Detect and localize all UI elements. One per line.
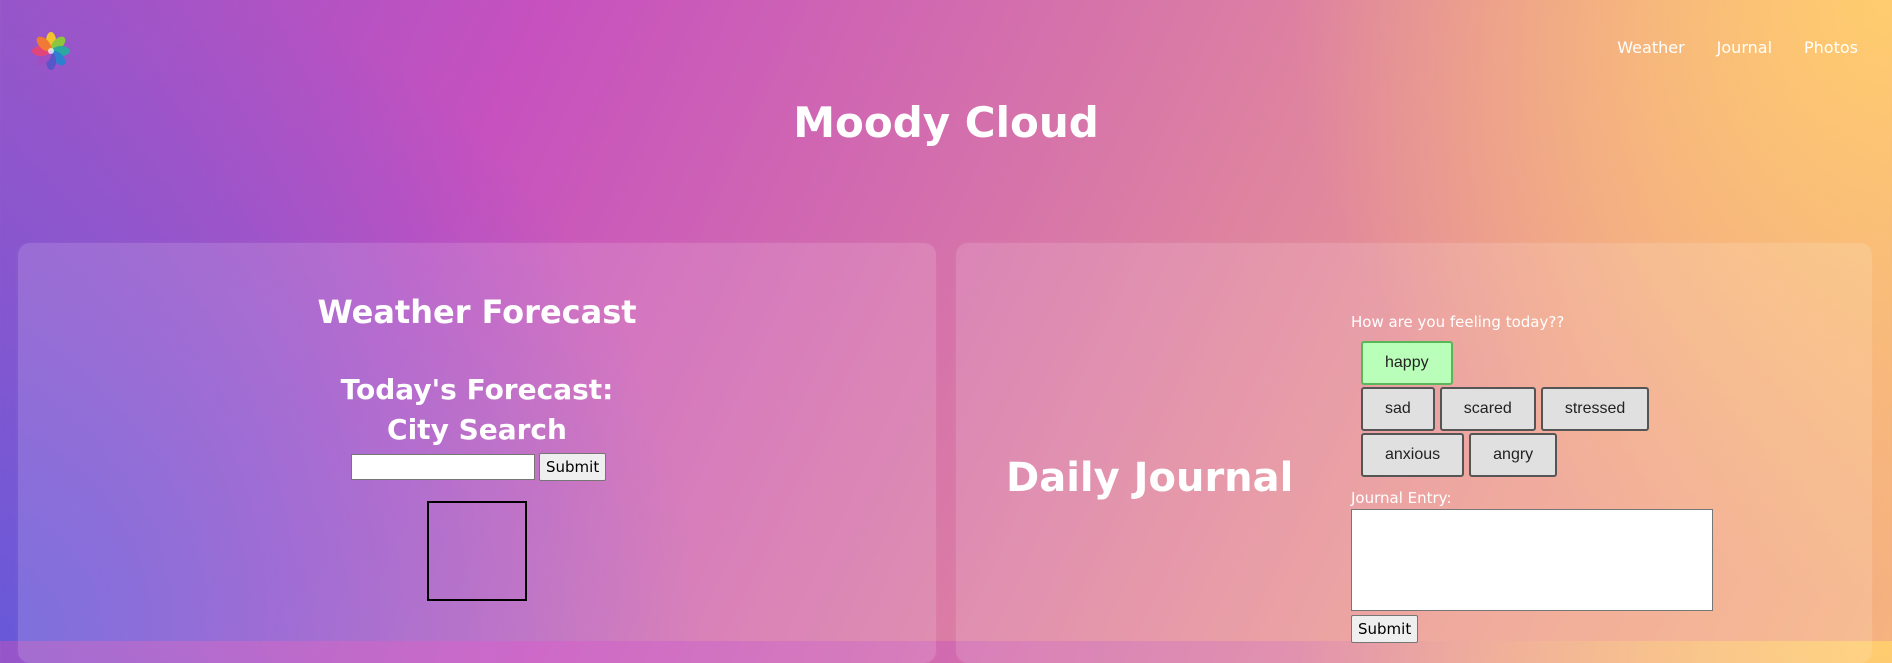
weather-display-box	[427, 501, 527, 601]
site-title: Moody Cloud	[793, 98, 1099, 147]
journal-title: Daily Journal	[1006, 455, 1294, 501]
journal-card: Daily Journal How are you feeling today?…	[956, 243, 1872, 663]
feeling-prompt: How are you feeling today??	[1351, 313, 1565, 331]
journal-form: How are you feeling today?? happy sad sc…	[1351, 313, 1731, 643]
mood-button-angry[interactable]: angry	[1469, 433, 1558, 477]
mood-button-group: happy sad scared stressed anxious angry	[1361, 341, 1661, 479]
journal-entry-textarea[interactable]	[1351, 509, 1713, 611]
weather-title: Weather Forecast	[317, 293, 637, 331]
mood-button-happy[interactable]: happy	[1361, 341, 1453, 385]
mood-button-stressed[interactable]: stressed	[1540, 387, 1650, 431]
top-nav: Weather Journal Photos	[1617, 38, 1858, 57]
weather-card: Weather Forecast Today's Forecast: City …	[18, 243, 936, 663]
todays-forecast-heading: Today's Forecast:	[340, 373, 614, 406]
mood-button-sad[interactable]: sad	[1361, 387, 1435, 431]
nav-photos-link[interactable]: Photos	[1804, 38, 1858, 57]
journal-entry-label: Journal Entry:	[1351, 489, 1452, 507]
city-search-input[interactable]	[351, 454, 535, 480]
mood-button-anxious[interactable]: anxious	[1361, 433, 1465, 477]
city-search-form: Submit	[351, 453, 607, 481]
journal-submit-button[interactable]: Submit	[1351, 615, 1419, 643]
city-search-heading: City Search	[387, 413, 567, 446]
city-submit-button[interactable]: Submit	[539, 453, 607, 481]
pinwheel-flower-logo-icon[interactable]	[30, 30, 72, 72]
nav-journal-link[interactable]: Journal	[1717, 38, 1772, 57]
nav-weather-link[interactable]: Weather	[1617, 38, 1684, 57]
mood-button-scared[interactable]: scared	[1439, 387, 1536, 431]
